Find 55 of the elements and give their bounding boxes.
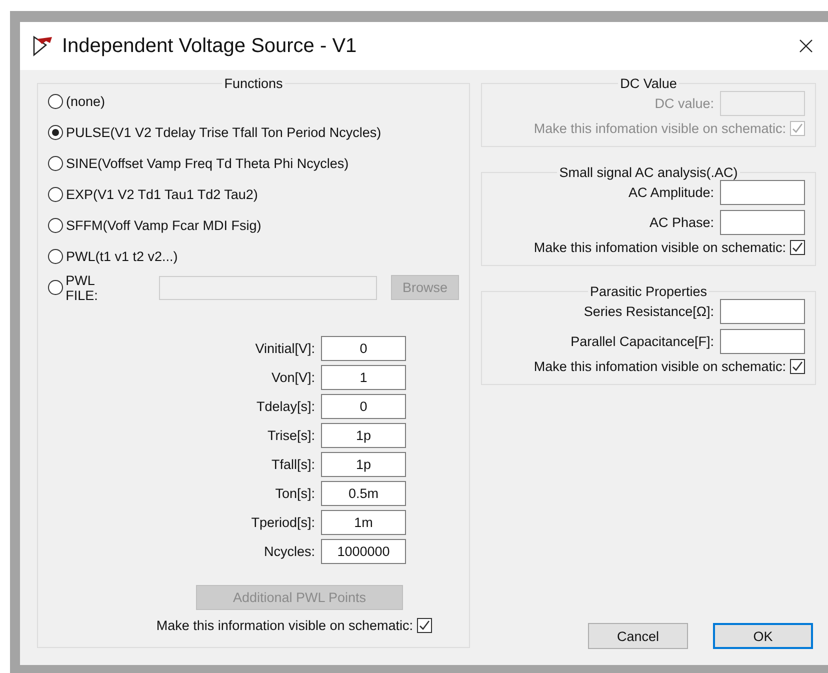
checkbox[interactable] <box>790 240 805 255</box>
group-title: Small signal AC analysis(.AC) <box>559 165 738 180</box>
input-field[interactable]: 1p <box>321 452 406 477</box>
field-label: Tperiod[s]: <box>251 515 315 530</box>
input-field[interactable]: 1 <box>321 365 406 390</box>
input-field[interactable]: 1m <box>321 510 406 535</box>
radio-label: SFFM(Voff Vamp Fcar MDI Fsig) <box>66 218 262 233</box>
group-title: Functions <box>224 76 283 91</box>
input-field[interactable]: 0 <box>321 394 406 419</box>
input-field[interactable] <box>720 329 805 354</box>
field-label: Tdelay[s]: <box>256 399 315 414</box>
checkbox-label: Make this infomation visible on schematic: <box>534 359 786 374</box>
radio-button[interactable] <box>48 125 63 140</box>
input-field[interactable] <box>720 180 805 205</box>
field-label: Series Resistance[Ω]: <box>584 304 714 319</box>
radio-button[interactable] <box>48 280 63 295</box>
field-label: Vinitial[V]: <box>255 341 315 356</box>
field-label: DC value: <box>654 96 714 111</box>
checkbox-label: Make this infomation visible on schematic: <box>534 121 786 136</box>
radio-button[interactable] <box>48 218 63 233</box>
group-title: Parasitic Properties <box>590 284 708 299</box>
radio-label: PULSE(V1 V2 Tdelay Trise Tfall Ton Period Ncycles) <box>66 125 382 140</box>
input-field[interactable]: 0 <box>321 336 406 361</box>
app-logo-icon <box>32 35 54 57</box>
checkbox[interactable] <box>790 359 805 374</box>
radio-button[interactable] <box>48 249 63 264</box>
checkbox-label: Make this information visible on schematic: <box>156 618 413 633</box>
radio-label: SINE(Voffset Vamp Freq Td Theta Phi Ncycles) <box>66 156 349 171</box>
window-title: Independent Voltage Source - V1 <box>62 34 358 58</box>
checkbox[interactable] <box>417 618 432 633</box>
field-label: AC Phase: <box>649 215 714 230</box>
field-label: Trise[s]: <box>267 428 315 443</box>
field-label: Ton[s]: <box>275 486 315 501</box>
field-label: Tfall[s]: <box>271 457 315 472</box>
input-field[interactable] <box>720 299 805 324</box>
button[interactable]: Cancel <box>588 623 688 649</box>
checkbox-label: Make this infomation visible on schematic: <box>534 240 786 255</box>
group-title: DC Value <box>620 76 677 91</box>
field-label: Ncycles: <box>264 544 315 559</box>
input-field[interactable] <box>158 276 377 300</box>
radio-label: PWL FILE: <box>66 272 99 302</box>
radio-label: (none) <box>66 94 106 109</box>
radio-button[interactable] <box>48 156 63 171</box>
field-label: AC Amplitude: <box>628 185 714 200</box>
input-field[interactable]: 1p <box>321 423 406 448</box>
input-field[interactable]: 0.5m <box>321 481 406 506</box>
radio-label: EXP(V1 V2 Td1 Tau1 Td2 Tau2) <box>66 187 258 202</box>
radio-label: PWL(t1 v1 t2 v2...) <box>66 249 178 264</box>
radio-button[interactable] <box>48 94 63 109</box>
field-label: Von[V]: <box>271 370 315 385</box>
radio-button[interactable] <box>48 187 63 202</box>
input-field[interactable] <box>720 210 805 235</box>
input-field[interactable]: 1000000 <box>321 539 406 564</box>
button[interactable]: OK <box>713 623 813 649</box>
field-label: Parallel Capacitance[F]: <box>570 334 714 349</box>
